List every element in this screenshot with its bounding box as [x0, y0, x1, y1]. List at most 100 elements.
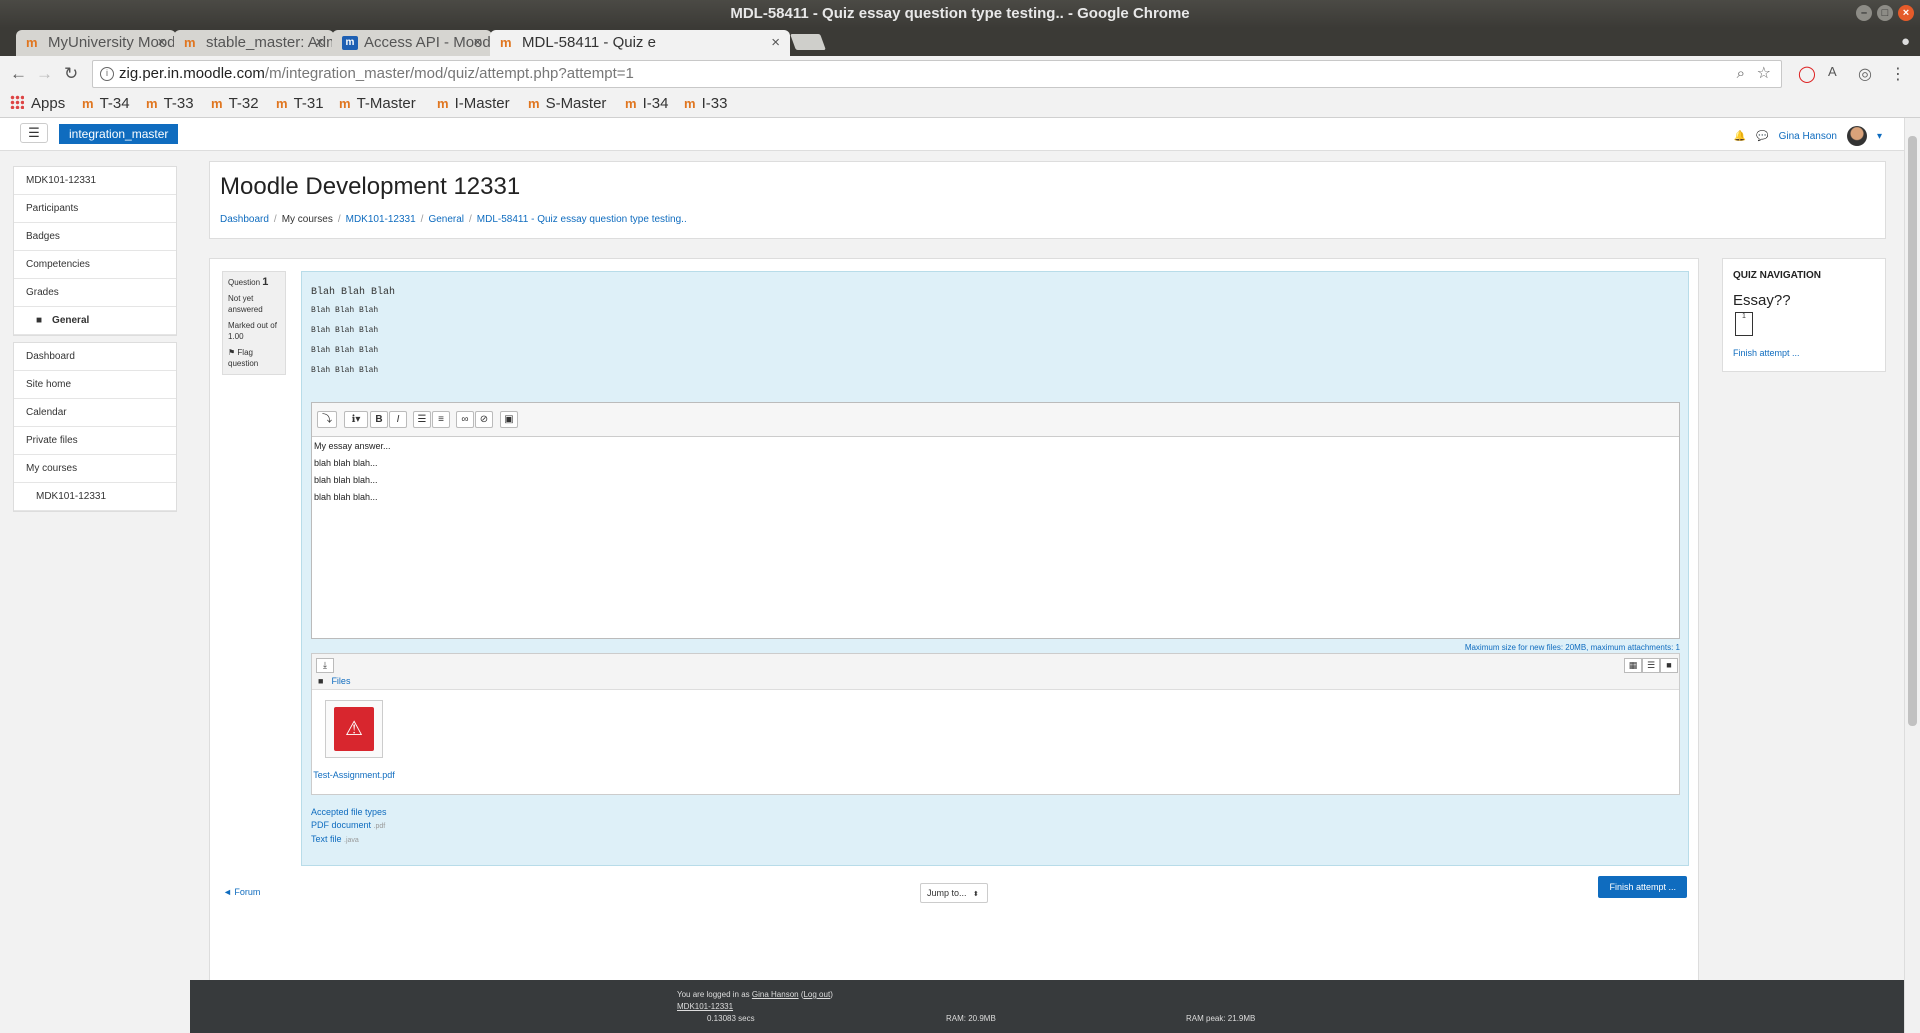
menu-toggle-icon[interactable]: ☰ [20, 123, 48, 143]
question-nav-button[interactable]: 1 [1735, 312, 1753, 336]
browser-tab[interactable]: m stable_master: Adm × [174, 30, 334, 56]
nav-item[interactable]: Dashboard [14, 343, 176, 371]
scrollbar-thumb[interactable] [1908, 136, 1917, 726]
editor-toolbar: ⤵ ℹ▾ B I ☰ ≡ ∞ ⊘ ▣ [312, 403, 1679, 437]
nav-item[interactable]: Private files [14, 427, 176, 455]
nav-item-general[interactable]: ■ General [14, 307, 176, 335]
minimize-button[interactable]: – [1856, 5, 1872, 21]
reload-icon[interactable]: ↻ [64, 64, 78, 84]
moodle-icon: m [26, 35, 38, 50]
forward-icon[interactable]: → [36, 64, 53, 84]
back-icon[interactable]: ← [10, 64, 27, 84]
icon-view-icon[interactable]: ▦ [1624, 658, 1642, 673]
nav-item[interactable]: MDK101-12331 [14, 167, 176, 195]
file-name[interactable]: Test-Assignment.pdf [312, 770, 396, 790]
bookmark-apps[interactable]: Apps [10, 95, 65, 112]
bookmark-item[interactable]: m T-32 [211, 95, 259, 112]
add-file-icon[interactable]: ⤓ [316, 658, 334, 673]
file-type-name: Text file [311, 834, 342, 844]
moodle-icon: m [437, 96, 449, 111]
maximize-button[interactable]: □ [1877, 5, 1893, 21]
quiz-navigation-block: QUIZ NAVIGATION Essay?? 1 Finish attempt… [1722, 258, 1886, 372]
editor-content[interactable]: My essay answer... blah blah blah... bla… [312, 437, 1679, 513]
nav-item[interactable]: Badges [14, 223, 176, 251]
profile-icon[interactable]: ● [1901, 33, 1910, 50]
chrome-menu-icon[interactable]: ⋮ [1890, 64, 1906, 84]
avatar[interactable] [1846, 126, 1867, 146]
tree-view-icon[interactable]: ■ [1660, 658, 1678, 673]
page-scrollbar[interactable] [1904, 118, 1920, 1033]
site-brand[interactable]: integration_master [59, 124, 179, 144]
address-bar[interactable]: i zig.per.in.moodle.com/m/integration_ma… [92, 60, 1782, 88]
folder-link[interactable]: Files [331, 676, 350, 686]
bookmark-item[interactable]: m T-31 [276, 95, 324, 112]
breadcrumb-link[interactable]: General [428, 214, 464, 225]
previous-activity-link[interactable]: ◄ Forum [223, 887, 260, 897]
question-formulation: Blah Blah Blah Blah Blah Blah Blah Blah … [301, 271, 1689, 866]
image-icon[interactable]: ▣ [500, 411, 518, 428]
opera-extension-icon[interactable]: ◯ [1798, 64, 1816, 84]
extension-icon[interactable]: ◎ [1858, 64, 1872, 84]
page-viewport: ☰ integration_master 🔔 💬 Gina Hanson ▾ M… [0, 118, 1904, 1033]
nav-item[interactable]: Competencies [14, 251, 176, 279]
bold-icon[interactable]: B [370, 411, 388, 428]
jump-to-select[interactable]: Jump to... ⬍ [920, 883, 988, 903]
course-link[interactable]: MDK101-12331 [677, 1002, 733, 1011]
nav-item[interactable]: Site home [14, 371, 176, 399]
bullet-list-icon[interactable]: ☰ [413, 411, 431, 428]
info-icon[interactable]: i [100, 67, 114, 81]
breadcrumb-link[interactable]: MDL-58411 - Quiz essay question type tes… [477, 214, 687, 225]
breadcrumb-link[interactable]: MDK101-12331 [346, 214, 416, 225]
course-nav-block: MDK101-12331 Participants Badges Compete… [13, 166, 177, 336]
nav-item[interactable]: Grades [14, 279, 176, 307]
breadcrumb-link[interactable]: Dashboard [220, 214, 269, 225]
close-window-button[interactable]: × [1898, 5, 1914, 21]
bookmark-item[interactable]: m T-34 [82, 95, 130, 112]
caret-down-icon[interactable]: ▾ [1877, 131, 1882, 142]
close-tab-icon[interactable]: × [315, 30, 324, 56]
close-tab-icon[interactable]: × [771, 30, 780, 56]
moodle-icon: m [276, 96, 288, 111]
finish-attempt-link[interactable]: Finish attempt ... [1733, 348, 1800, 358]
window-title: MDL-58411 - Quiz essay question type tes… [730, 5, 1190, 22]
login-info: You are logged in as Gina Hanson (Log ou… [677, 990, 833, 999]
italic-icon[interactable]: I [389, 411, 407, 428]
file-thumbnail[interactable]: ⚠ [325, 700, 383, 758]
numbered-list-icon[interactable]: ≡ [432, 411, 450, 428]
translate-icon[interactable]: A [1828, 64, 1837, 79]
bookmark-item[interactable]: m S-Master [528, 95, 606, 112]
close-tab-icon[interactable]: × [157, 30, 166, 56]
unlink-icon[interactable]: ⊘ [475, 411, 493, 428]
browser-tab[interactable]: m MyUniversity Mood × [16, 30, 176, 56]
file-type-item: Text file .java [311, 833, 387, 847]
new-tab-button[interactable] [790, 34, 826, 50]
zoom-icon[interactable]: ⌕ [1737, 61, 1745, 87]
close-tab-icon[interactable]: × [473, 30, 482, 56]
nav-item[interactable]: My courses [14, 455, 176, 483]
toolbar-toggle-icon[interactable]: ⤵ [317, 411, 337, 428]
moodle-icon: m [339, 96, 351, 111]
nav-item[interactable]: Calendar [14, 399, 176, 427]
bookmark-star-icon[interactable]: ☆ [1757, 61, 1771, 87]
flag-question-link[interactable]: ⚑ Flag question [228, 347, 280, 369]
browser-tab[interactable]: m Access API - Moodle × [332, 30, 492, 56]
quiz-attempt-region: Question 1 Not yet answered Marked out o… [209, 258, 1699, 1033]
logout-link[interactable]: Log out [803, 990, 830, 999]
chat-icon[interactable]: 💬 [1756, 131, 1768, 142]
bookmark-item[interactable]: m I-33 [684, 95, 727, 112]
user-name[interactable]: Gina Hanson [1779, 131, 1837, 142]
perf-ram: RAM: 20.9MB [946, 1014, 996, 1023]
bookmark-item[interactable]: m T-Master [339, 95, 416, 112]
bookmark-item[interactable]: m I-34 [625, 95, 668, 112]
list-view-icon[interactable]: ☰ [1642, 658, 1660, 673]
finish-attempt-button[interactable]: Finish attempt ... [1598, 876, 1687, 898]
bell-icon[interactable]: 🔔 [1734, 131, 1746, 142]
browser-tab-active[interactable]: m MDL-58411 - Quiz e × [490, 30, 790, 56]
user-link[interactable]: Gina Hanson [752, 990, 799, 999]
bookmark-item[interactable]: m I-Master [437, 95, 510, 112]
nav-item[interactable]: Participants [14, 195, 176, 223]
nav-item[interactable]: MDK101-12331 [14, 483, 176, 511]
paragraph-style-icon[interactable]: ℹ▾ [344, 411, 368, 428]
link-icon[interactable]: ∞ [456, 411, 474, 428]
bookmark-item[interactable]: m T-33 [146, 95, 194, 112]
